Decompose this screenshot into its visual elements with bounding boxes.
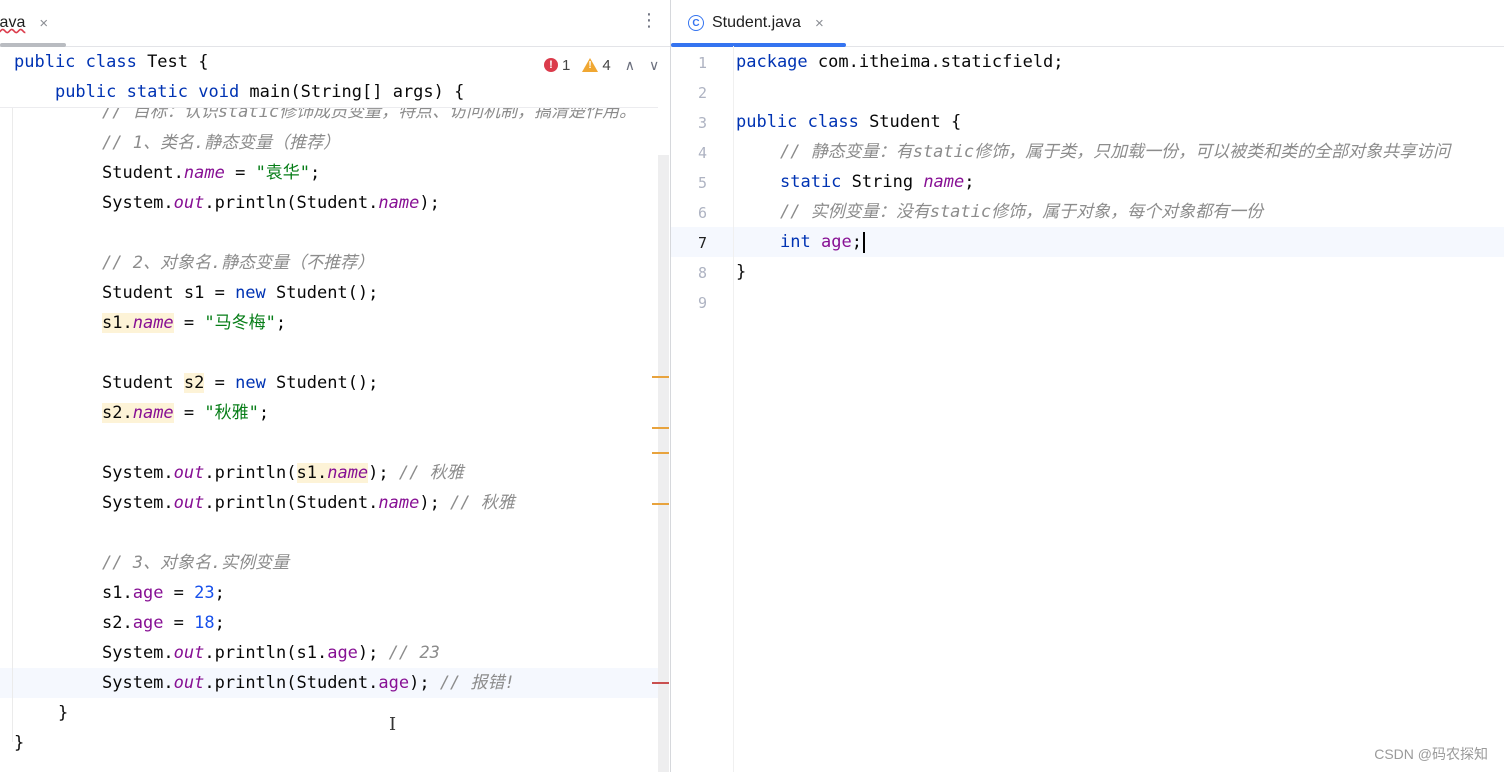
more-options-icon[interactable]: ⋮ — [640, 10, 658, 34]
sticky-line-main[interactable]: public static void main(String[] args) { — [14, 77, 464, 107]
code-line[interactable]: System.out.println(Student.name); // 秋雅 — [102, 488, 515, 518]
code-line[interactable]: // 实例变量：没有static修饰，属于对象，每个对象都有一份 — [780, 197, 1263, 227]
indent-guide — [12, 107, 13, 742]
next-highlight-icon[interactable]: ∨ — [649, 57, 659, 74]
sticky-line-class[interactable]: public class Test { — [14, 47, 208, 77]
warning-icon: ! — [582, 58, 599, 72]
error-icon: ! — [544, 58, 558, 72]
java-class-icon: C — [688, 15, 704, 31]
mouse-text-cursor: I — [389, 714, 397, 735]
warning-stripe[interactable] — [652, 376, 669, 378]
line-number: 6 — [697, 204, 707, 222]
error-stripe[interactable] — [652, 682, 669, 684]
close-icon[interactable]: × — [815, 15, 824, 32]
error-count: 1 — [562, 56, 571, 74]
inspection-widget[interactable]: ! 1 ! 4 ∧ ∨ — [544, 54, 659, 76]
tab-label: java — [0, 14, 26, 31]
line-number: 2 — [697, 84, 707, 102]
code-line[interactable]: // 3、对象名.实例变量 — [102, 548, 289, 578]
code-line[interactable]: Student.name = "袁华"; — [102, 158, 320, 188]
line-number: 7 — [697, 234, 707, 252]
tab-label: Student.java — [712, 14, 801, 31]
code-line[interactable]: static String name; — [780, 167, 975, 197]
left-editor-pane[interactable]: java × ⋮ public class Test { public stat… — [0, 0, 670, 772]
code-line[interactable]: System.out.println(s1.age); // 23 — [102, 638, 440, 668]
tab-student-java[interactable]: C Student.java × — [688, 0, 824, 46]
line-number: 9 — [697, 294, 707, 312]
line-number: 1 — [697, 54, 707, 72]
code-line[interactable]: s1.name = "马冬梅"; — [102, 308, 286, 338]
line-number: 3 — [697, 114, 707, 132]
code-line[interactable]: s1.age = 23; — [102, 578, 225, 608]
code-line[interactable]: } — [58, 698, 68, 728]
code-line[interactable]: Student s1 = new Student(); — [102, 278, 378, 308]
warning-stripe[interactable] — [652, 452, 669, 454]
code-line[interactable]: System.out.println(Student.name); — [102, 188, 440, 218]
code-line[interactable]: Student s2 = new Student(); — [102, 368, 378, 398]
code-line[interactable]: // 2、对象名.静态变量（不推荐） — [102, 248, 374, 278]
right-editor-pane[interactable]: C Student.java × 1 2 3 4 5 6 7 8 9 packa… — [671, 0, 1504, 772]
close-icon[interactable]: × — [39, 15, 48, 32]
text-caret — [862, 231, 865, 253]
code-line[interactable]: public class Student { — [736, 107, 961, 137]
code-line[interactable]: // 1、类名.静态变量（推荐） — [102, 128, 340, 158]
code-line[interactable]: int age; — [780, 227, 865, 257]
code-line[interactable]: s2.age = 18; — [102, 608, 225, 638]
left-tab-bar: java × ⋮ — [0, 0, 670, 47]
previous-highlight-icon[interactable]: ∧ — [625, 57, 635, 74]
code-line[interactable]: // 静态变量：有static修饰，属于类，只加载一份，可以被类和类的全部对象共… — [780, 137, 1450, 167]
line-number: 8 — [697, 264, 707, 282]
code-line[interactable]: } — [736, 257, 746, 287]
code-line[interactable]: System.out.println(Student.age); // 报错! — [102, 668, 515, 698]
line-number: 5 — [697, 174, 707, 192]
tab-test-java[interactable]: java × — [0, 0, 48, 46]
warning-count: 4 — [602, 56, 611, 74]
line-number: 4 — [697, 144, 707, 162]
right-tab-bar: C Student.java × — [671, 0, 1504, 47]
code-line[interactable]: s2.name = "秋雅"; — [102, 398, 269, 428]
scrollbar[interactable] — [658, 155, 669, 772]
gutter-separator — [733, 46, 734, 772]
warning-stripe[interactable] — [652, 427, 669, 429]
code-line[interactable]: } — [14, 728, 24, 758]
code-line[interactable]: package com.itheima.staticfield; — [736, 47, 1064, 77]
watermark: CSDN @码农探知 — [1374, 746, 1488, 762]
warning-stripe[interactable] — [652, 503, 669, 505]
code-line[interactable]: System.out.println(s1.name); // 秋雅 — [102, 458, 464, 488]
